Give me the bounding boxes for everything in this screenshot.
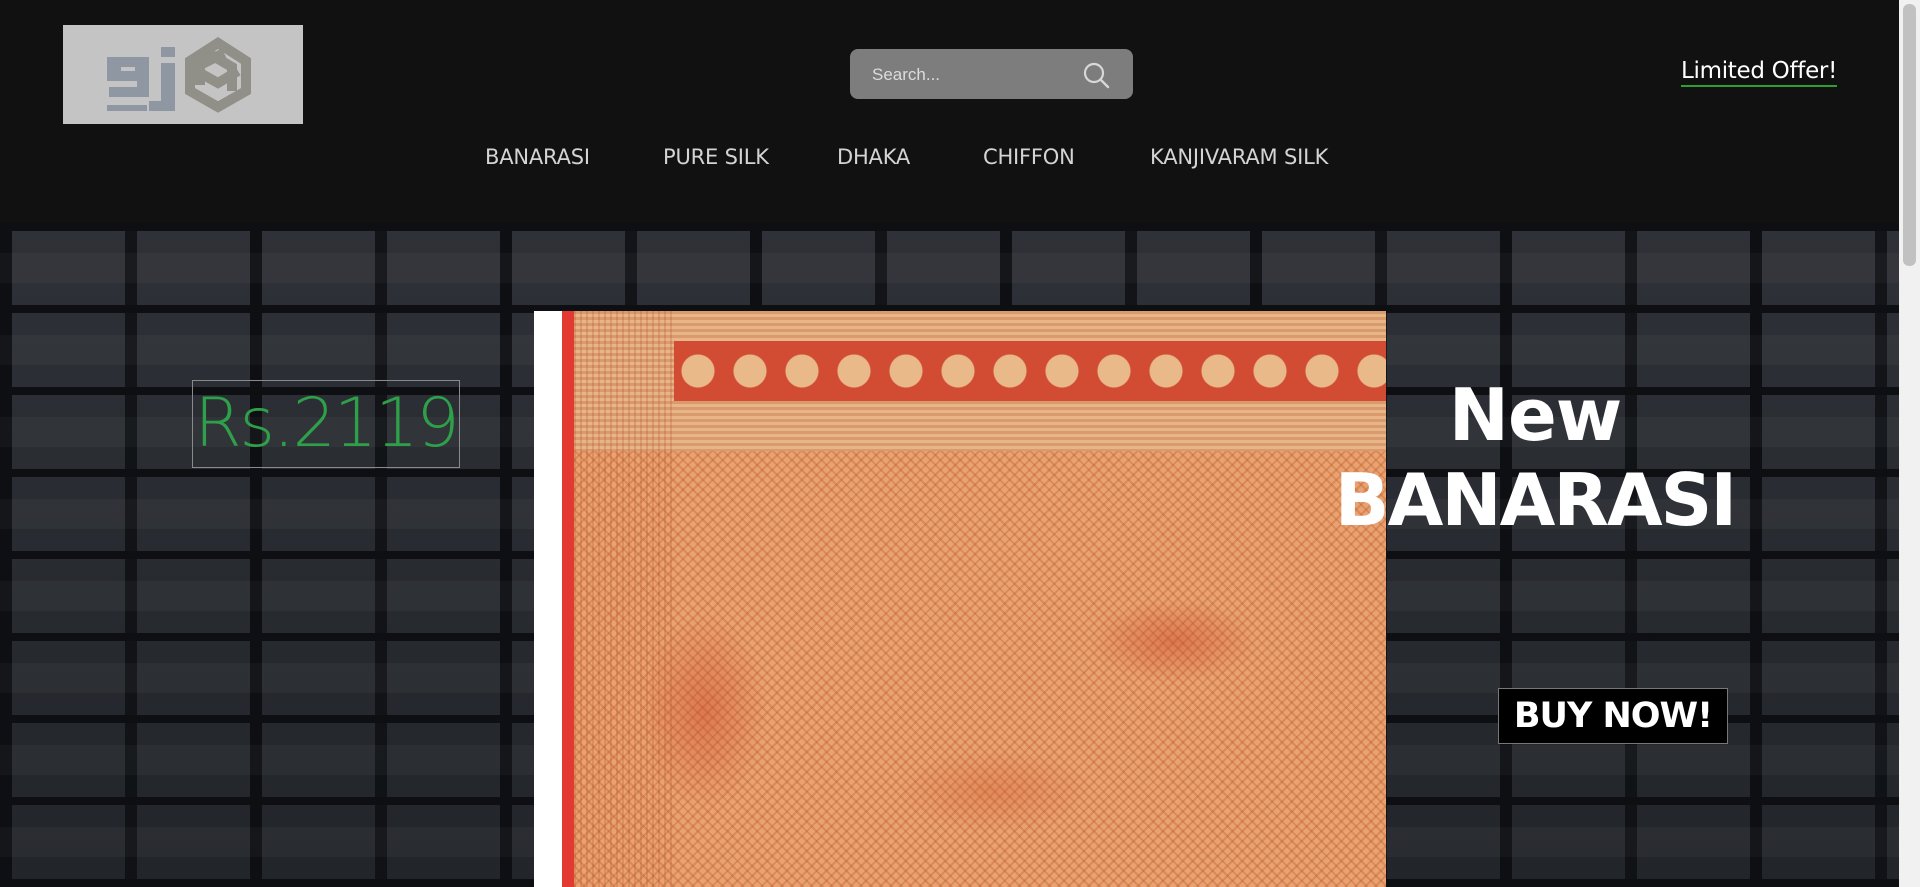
- hexagon-knot-icon: [185, 37, 251, 113]
- search-box: [850, 49, 1133, 101]
- logo-graphic: [107, 37, 251, 113]
- nav-item-chiffon[interactable]: CHIFFON: [983, 145, 1075, 169]
- search-icon[interactable]: [1082, 61, 1110, 89]
- page: Limited Offer! BANARASI PURE SILK DHAKA …: [0, 0, 1899, 887]
- price-label: Rs.2119: [192, 380, 460, 468]
- nav-item-pure-silk[interactable]: PURE SILK: [663, 145, 769, 169]
- page-scrollbar[interactable]: [1899, 0, 1920, 887]
- main-nav: BANARASI PURE SILK DHAKA CHIFFON KANJIVA…: [0, 145, 1899, 179]
- nav-item-banarasi[interactable]: BANARASI: [485, 145, 590, 169]
- nav-item-dhaka[interactable]: DHAKA: [837, 145, 910, 169]
- nav-item-kanjivaram-silk[interactable]: KANJIVARAM SILK: [1150, 145, 1328, 169]
- search-input[interactable]: [870, 49, 1084, 101]
- site-header: Limited Offer! BANARASI PURE SILK DHAKA …: [0, 0, 1899, 223]
- site-logo[interactable]: [63, 25, 303, 124]
- scrollbar-thumb[interactable]: [1903, 4, 1916, 266]
- product-image[interactable]: [534, 311, 1386, 887]
- saree-border-motif: [674, 341, 1386, 401]
- headline-line-banarasi: BANARASI: [1334, 458, 1737, 542]
- buy-now-button[interactable]: BUY NOW!: [1498, 688, 1728, 744]
- limited-offer-link[interactable]: Limited Offer!: [1681, 58, 1837, 87]
- headline-line-new: New: [1448, 373, 1623, 457]
- hero-headline: New BANARASI: [1325, 375, 1745, 545]
